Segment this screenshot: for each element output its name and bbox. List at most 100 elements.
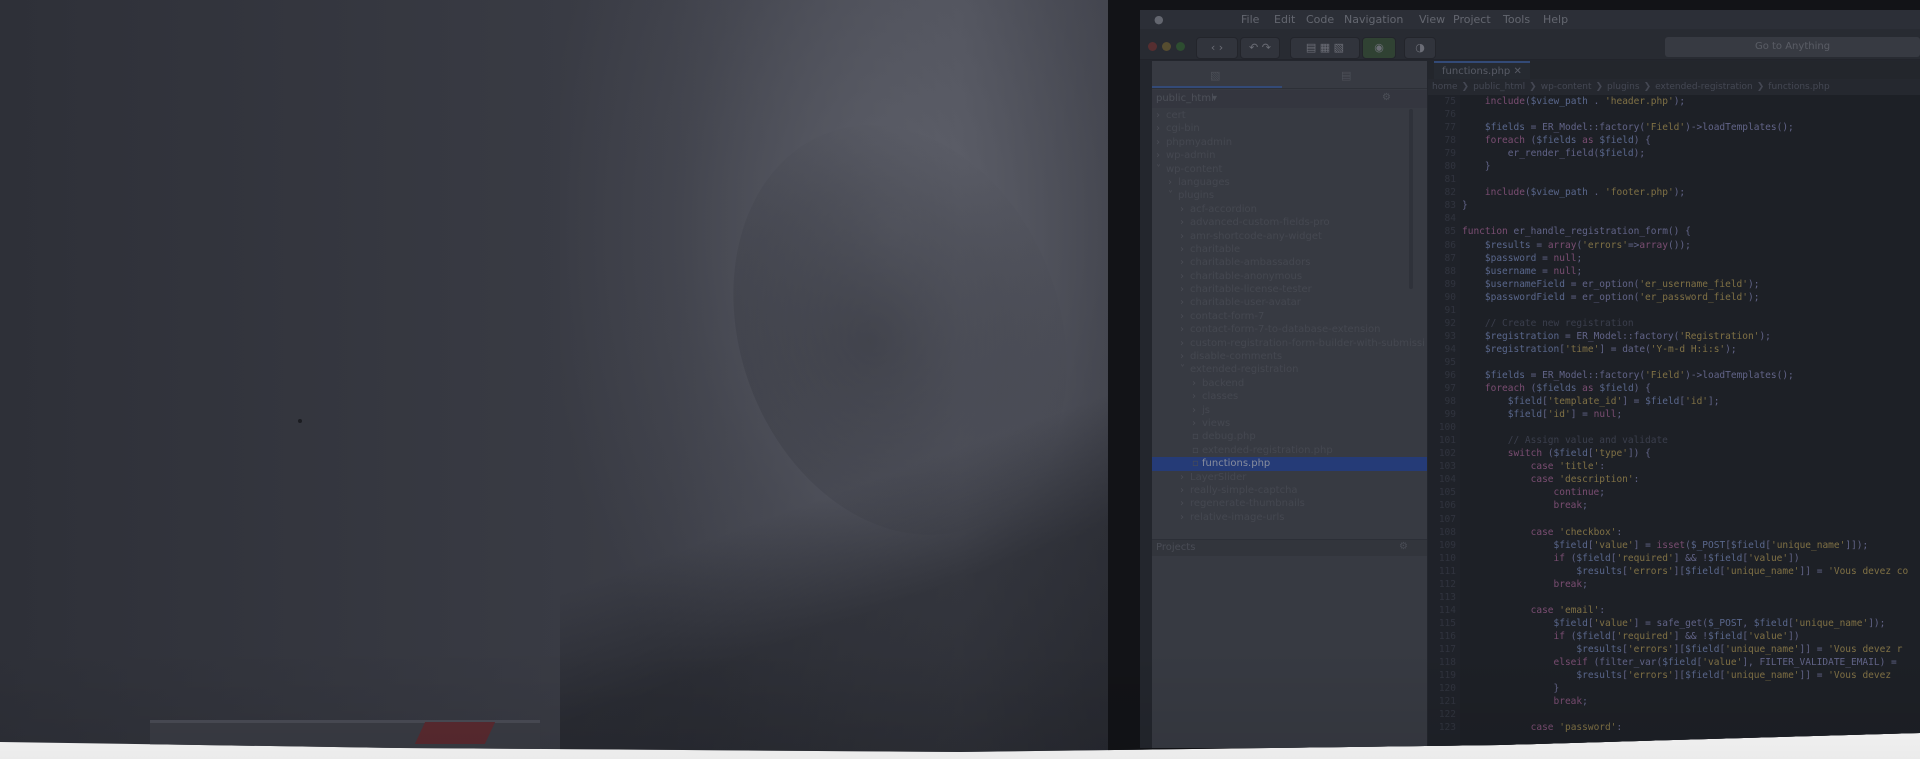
window-close-button[interactable]	[1148, 42, 1157, 51]
menu-edit[interactable]: Edit	[1274, 13, 1295, 26]
tree-item[interactable]: › classes	[1152, 390, 1427, 403]
tree-item[interactable]: ˅ extended-registration	[1152, 363, 1427, 376]
tree-item[interactable]: › disable-comments	[1152, 350, 1427, 363]
folder-icon[interactable]: ▧	[1210, 69, 1220, 82]
breadcrumb-item[interactable]: extended-registration	[1655, 82, 1753, 92]
code-line[interactable]: 78 foreach ($fields as $field) {	[1428, 134, 1920, 147]
gear-icon[interactable]: ⚙	[1399, 541, 1408, 552]
tree-item[interactable]: › cert	[1152, 109, 1427, 122]
window-zoom-button[interactable]	[1176, 42, 1185, 51]
code-line[interactable]: 96 $fields = ER_Model::factory('Field')-…	[1428, 369, 1920, 382]
menu-tools[interactable]: Tools	[1503, 13, 1530, 26]
code-line[interactable]: 79 er_render_field($field);	[1428, 147, 1920, 160]
code-line[interactable]: 100	[1428, 421, 1920, 434]
menu-code[interactable]: Code	[1306, 13, 1334, 26]
code-line[interactable]: 83}	[1428, 199, 1920, 212]
code-line[interactable]: 109 $field['value'] = isset($_POST[$fiel…	[1428, 539, 1920, 552]
code-line[interactable]: 104 case 'description':	[1428, 473, 1920, 486]
menu-project[interactable]: Project	[1453, 13, 1491, 26]
code-line[interactable]: 119 $results['errors'][$field['unique_na…	[1428, 669, 1920, 682]
menu-view[interactable]: View	[1419, 13, 1445, 26]
code-line[interactable]: 122	[1428, 708, 1920, 721]
tree-item[interactable]: ˅ wp-content	[1152, 163, 1427, 176]
code-line[interactable]: 101 // Assign value and validate	[1428, 434, 1920, 447]
tree-item[interactable]: › charitable-license-tester	[1152, 283, 1427, 296]
code-line[interactable]: 87 $password = null;	[1428, 252, 1920, 265]
tree-item[interactable]: › custom-registration-form-builder-with-s…	[1152, 337, 1427, 350]
code-line[interactable]: 90 $passwordField = er_option('er_passwo…	[1428, 291, 1920, 304]
tree-item[interactable]: ▫ functions.php	[1152, 457, 1427, 471]
code-line[interactable]: 112 break;	[1428, 578, 1920, 591]
code-line[interactable]: 91	[1428, 304, 1920, 317]
menu-help[interactable]: Help	[1543, 13, 1568, 26]
window-minimize-button[interactable]	[1162, 42, 1171, 51]
code-line[interactable]: 105 continue;	[1428, 486, 1920, 499]
tab-functions-php[interactable]: functions.php ✕	[1434, 61, 1530, 79]
tree-item[interactable]: › LayerSlider	[1152, 471, 1427, 484]
code-line[interactable]: 75 include($view_path . 'header.php');	[1428, 95, 1920, 108]
file-actions-buttons[interactable]: ▤ ▦ ▧	[1290, 37, 1360, 59]
code-line[interactable]: 77 $fields = ER_Model::factory('Field')-…	[1428, 121, 1920, 134]
breadcrumb-item[interactable]: functions.php	[1768, 82, 1829, 92]
tree-scrollbar[interactable]	[1409, 109, 1413, 289]
code-line[interactable]: 89 $usernameField = er_option('er_userna…	[1428, 278, 1920, 291]
code-line[interactable]: 118 elseif (filter_var($field['value'], …	[1428, 656, 1920, 669]
code-line[interactable]: 120 }	[1428, 682, 1920, 695]
tree-item[interactable]: › charitable	[1152, 243, 1427, 256]
tree-item[interactable]: › phpmyadmin	[1152, 136, 1427, 149]
code-editor[interactable]: functions.php ✕ home ❯ public_html ❯ wp-cont…	[1428, 61, 1920, 748]
tools-menu-icon[interactable]: ◑	[1404, 37, 1436, 59]
tree-item[interactable]: › contact-form-7-to-database-extension	[1152, 323, 1427, 336]
tree-item[interactable]: › contact-form-7	[1152, 310, 1427, 323]
code-line[interactable]: 84	[1428, 212, 1920, 225]
code-line[interactable]: 123 case 'password':	[1428, 721, 1920, 734]
apple-icon[interactable]: ●	[1154, 13, 1164, 26]
code-line[interactable]: 113	[1428, 591, 1920, 604]
tree-item[interactable]: › acf-accordion	[1152, 203, 1427, 216]
tree-item[interactable]: ˅ plugins	[1152, 189, 1427, 202]
code-line[interactable]: 94 $registration['time'] = date('Y-m-d H…	[1428, 343, 1920, 356]
code-line[interactable]: 86 $results = array('errors'=>array());	[1428, 239, 1920, 252]
code-line[interactable]: 93 $registration = ER_Model::factory('Re…	[1428, 330, 1920, 343]
code-line[interactable]: 116 if ($field['required'] && !$field['v…	[1428, 630, 1920, 643]
menu-navigation[interactable]: Navigation	[1344, 13, 1403, 26]
gear-icon[interactable]: ⚙	[1382, 92, 1391, 103]
tree-item[interactable]: › backend	[1152, 377, 1427, 390]
code-line[interactable]: 92 // Create new registration	[1428, 317, 1920, 330]
tree-item[interactable]: › js	[1152, 404, 1427, 417]
code-line[interactable]: 80 }	[1428, 160, 1920, 173]
code-line[interactable]: 95	[1428, 356, 1920, 369]
tree-item[interactable]: › really-simple-captcha	[1152, 484, 1427, 497]
code-line[interactable]: 85 function er_handle_registration_form()…	[1428, 225, 1920, 238]
code-line[interactable]: 107	[1428, 513, 1920, 526]
code-line[interactable]: 102 switch ($field['type']) {	[1428, 447, 1920, 460]
tree-item[interactable]: ▫ debug.php	[1152, 430, 1427, 443]
debug-icon[interactable]: ◉	[1362, 37, 1396, 59]
undo-redo-buttons[interactable]: ↶ ↷	[1240, 37, 1280, 59]
file-icon[interactable]: ▤	[1341, 69, 1351, 82]
code-line[interactable]: 106 break;	[1428, 499, 1920, 512]
code-line[interactable]: 108 case 'checkbox':	[1428, 526, 1920, 539]
tree-item[interactable]: › cgi-bin	[1152, 122, 1427, 135]
tree-item[interactable]: › relative-image-urls	[1152, 511, 1427, 524]
code-line[interactable]: 117 $results['errors'][$field['unique_na…	[1428, 643, 1920, 656]
breadcrumb-item[interactable]: plugins	[1607, 82, 1640, 92]
code-line[interactable]: 115 $field['value'] = safe_get($_POST, $…	[1428, 617, 1920, 630]
menu-file[interactable]: File	[1241, 13, 1259, 26]
code-line[interactable]: 111 $results['errors'][$field['unique_na…	[1428, 565, 1920, 578]
code-line[interactable]: 97 foreach ($fields as $field) {	[1428, 382, 1920, 395]
tree-item[interactable]: › charitable-anonymous	[1152, 270, 1427, 283]
tree-item[interactable]: › views	[1152, 417, 1427, 430]
code-line[interactable]: 81	[1428, 173, 1920, 186]
tree-item[interactable]: › charitable-ambassadors	[1152, 256, 1427, 269]
tree-item[interactable]: ▫ extended-registration.php	[1152, 444, 1427, 457]
breadcrumb-item[interactable]: wp-content	[1541, 82, 1592, 92]
code-line[interactable]: 98 $field['template_id'] = $field['id'];	[1428, 395, 1920, 408]
code-line[interactable]: 114 case 'email':	[1428, 604, 1920, 617]
code-line[interactable]: 88 $username = null;	[1428, 265, 1920, 278]
tree-item[interactable]: › advanced-custom-fields-pro	[1152, 216, 1427, 229]
tree-item[interactable]: › charitable-user-avatar	[1152, 296, 1427, 309]
go-to-anything-input[interactable]: Go to Anything	[1665, 37, 1920, 57]
tree-item[interactable]: › amr-shortcode-any-widget	[1152, 230, 1427, 243]
tree-item[interactable]: › languages	[1152, 176, 1427, 189]
